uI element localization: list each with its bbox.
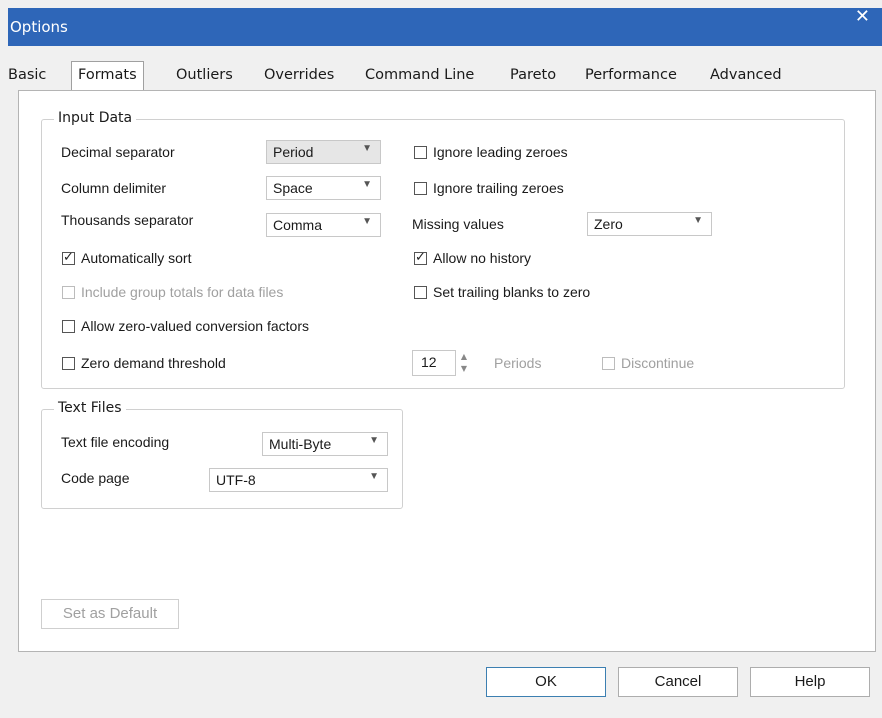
spinner-arrows-icon[interactable]: ▲ ▼ [457,351,471,377]
allow-zero-conversion-checkbox[interactable]: Allow zero-valued conversion factors [62,318,309,334]
chevron-down-icon: ▼ [693,215,703,226]
cancel-button[interactable]: Cancel [618,667,738,697]
chevron-down-icon: ▼ [362,216,372,227]
help-button[interactable]: Help [750,667,870,697]
checkbox-empty-icon [414,181,427,195]
checkbox-checked-icon [62,249,75,265]
text-file-encoding-label: Text file encoding [61,434,170,450]
set-trailing-blanks-checkbox[interactable]: Set trailing blanks to zero [414,284,590,300]
include-group-totals-label: Include group totals for data files [81,284,284,300]
options-dialog: Options ✕ Basic Formats Outliers Overrid… [0,0,882,718]
auto-sort-checkbox[interactable]: Automatically sort [62,249,192,266]
column-delimiter-label: Column delimiter [61,180,167,196]
decimal-separator-select[interactable]: Period ▼ [266,140,381,164]
column-delimiter-select[interactable]: Space ▼ [266,176,381,200]
chevron-down-icon: ▼ [362,143,372,154]
ignore-leading-label: Ignore leading zeroes [433,144,568,160]
allow-no-history-label: Allow no history [433,250,532,266]
text-files-group: Text Files Text file encoding Multi-Byte… [41,400,403,509]
code-page-value: UTF-8 [216,472,256,488]
text-files-legend: Text Files [54,400,126,416]
text-file-encoding-select[interactable]: Multi-Byte ▼ [262,432,388,456]
checkbox-empty-icon [62,319,75,333]
code-page-select[interactable]: UTF-8 ▼ [209,468,388,492]
checkbox-empty-icon [414,285,427,299]
tab-outliers[interactable]: Outliers [176,62,233,88]
checkbox-checked-icon [414,249,427,265]
formats-panel: Input Data Decimal separator Period ▼ Co… [18,90,876,652]
ignore-trailing-label: Ignore trailing zeroes [433,180,564,196]
input-data-legend: Input Data [54,110,137,126]
ignore-trailing-checkbox[interactable]: Ignore trailing zeroes [414,180,564,196]
missing-values-label: Missing values [412,216,504,232]
close-icon[interactable]: ✕ [855,6,870,27]
thousands-separator-label: Thousands separator [61,212,194,228]
tab-performance[interactable]: Performance [585,62,677,88]
decimal-separator-value: Period [273,144,314,160]
tab-strip: Basic Formats Outliers Overrides Command… [8,61,874,90]
chevron-down-icon: ▼ [362,179,372,190]
code-page-label: Code page [61,470,130,486]
include-group-totals-checkbox[interactable]: Include group totals for data files [62,284,283,300]
periods-spinner[interactable]: 12 ▲ ▼ [412,350,467,376]
checkbox-empty-icon [62,285,75,299]
column-delimiter-value: Space [273,180,313,196]
periods-value: 12 [421,354,437,370]
input-data-group: Input Data Decimal separator Period ▼ Co… [41,110,845,389]
thousands-separator-select[interactable]: Comma ▼ [266,213,381,237]
zero-demand-label: Zero demand threshold [81,355,226,371]
zero-demand-checkbox[interactable]: Zero demand threshold [62,355,226,371]
checkbox-empty-icon [62,356,75,370]
tab-pareto[interactable]: Pareto [510,62,556,88]
missing-values-select[interactable]: Zero ▼ [587,212,712,236]
thousands-separator-value: Comma [273,217,323,233]
periods-label: Periods [494,355,542,371]
ignore-leading-checkbox[interactable]: Ignore leading zeroes [414,144,568,160]
allow-zero-conversion-label: Allow zero-valued conversion factors [81,318,309,334]
chevron-down-icon: ▼ [369,435,379,446]
tab-command-line[interactable]: Command Line [365,62,474,88]
decimal-separator-label: Decimal separator [61,144,175,160]
tab-advanced[interactable]: Advanced [710,62,782,88]
chevron-down-icon: ▼ [369,471,379,482]
ok-button[interactable]: OK [486,667,606,697]
checkbox-empty-icon [602,356,615,370]
discontinue-label: Discontinue [621,355,695,371]
auto-sort-label: Automatically sort [81,250,192,266]
tab-formats[interactable]: Formats [71,61,144,90]
dialog-title: Options [10,18,68,36]
missing-values-value: Zero [594,216,623,232]
allow-no-history-checkbox[interactable]: Allow no history [414,249,532,266]
set-as-default-button[interactable]: Set as Default [41,599,179,629]
checkbox-empty-icon [414,145,427,159]
discontinue-checkbox[interactable]: Discontinue [602,355,694,371]
tab-overrides[interactable]: Overrides [264,62,334,88]
text-file-encoding-value: Multi-Byte [269,436,332,452]
set-trailing-blanks-label: Set trailing blanks to zero [433,284,591,300]
title-bar: Options ✕ [8,6,882,46]
tab-basic[interactable]: Basic [8,62,46,88]
